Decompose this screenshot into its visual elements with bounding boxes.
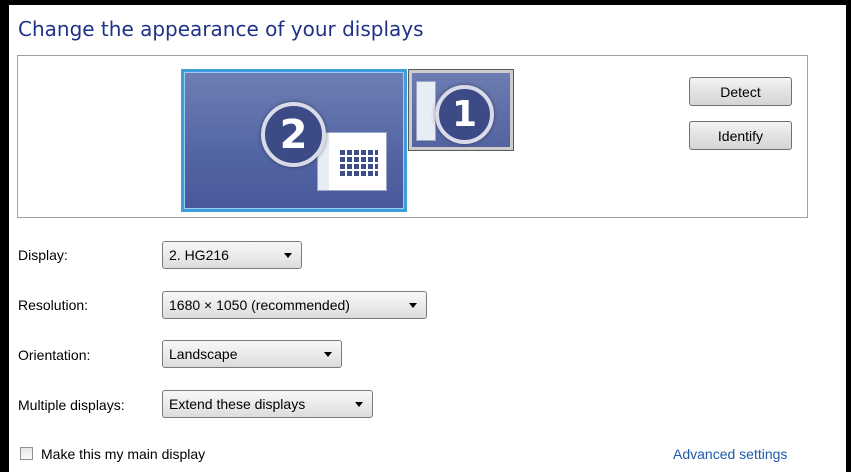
multiple-displays-select[interactable]: Extend these displays xyxy=(162,390,373,418)
multiple-displays-select-value: Extend these displays xyxy=(169,396,306,412)
monitor-1[interactable]: 1 xyxy=(408,69,514,151)
monitor-2-number-badge: 2 xyxy=(261,102,326,167)
chevron-down-icon xyxy=(324,352,332,357)
chevron-down-icon xyxy=(284,253,292,258)
window-border-left xyxy=(0,0,9,472)
multiple-displays-label: Multiple displays: xyxy=(18,397,125,413)
detect-button[interactable]: Detect xyxy=(689,77,792,106)
page-title: Change the appearance of your displays xyxy=(18,17,424,41)
display-arrangement-panel: 2 1 Detect Identify xyxy=(17,55,808,218)
advanced-settings-link[interactable]: Advanced settings xyxy=(673,446,787,462)
orientation-select[interactable]: Landscape xyxy=(162,340,342,368)
resolution-select[interactable]: 1680 × 1050 (recommended) xyxy=(162,291,427,319)
monitor-1-number-badge: 1 xyxy=(435,85,494,144)
monitor-2[interactable]: 2 xyxy=(181,69,407,212)
resolution-select-value: 1680 × 1050 (recommended) xyxy=(169,297,350,313)
window-border-top xyxy=(0,0,851,5)
keypad-icon xyxy=(340,148,378,178)
display-label: Display: xyxy=(18,247,68,263)
chevron-down-icon xyxy=(355,402,363,407)
orientation-select-value: Landscape xyxy=(169,346,238,362)
identify-button[interactable]: Identify xyxy=(689,121,792,150)
monitor-1-window-icon xyxy=(416,81,436,141)
orientation-label: Orientation: xyxy=(18,347,91,363)
resolution-label: Resolution: xyxy=(18,297,89,313)
main-display-label: Make this my main display xyxy=(41,446,206,462)
display-select-value: 2. HG216 xyxy=(169,247,229,263)
window-border-right xyxy=(846,0,851,472)
display-select[interactable]: 2. HG216 xyxy=(162,241,302,269)
monitor-1-screen: 1 xyxy=(412,73,510,147)
monitor-2-window-icon xyxy=(317,132,387,191)
main-display-checkbox[interactable] xyxy=(20,447,33,460)
chevron-down-icon xyxy=(409,303,417,308)
